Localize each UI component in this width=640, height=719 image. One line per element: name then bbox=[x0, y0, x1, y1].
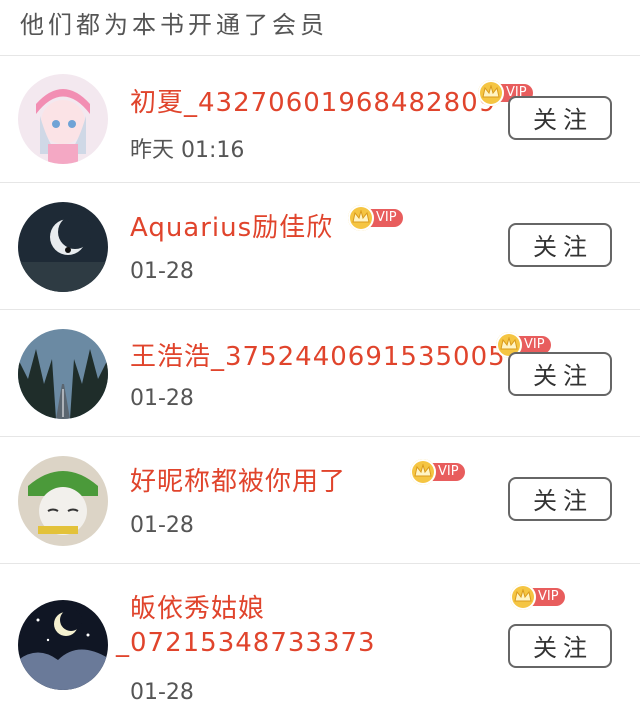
avatar[interactable] bbox=[18, 329, 108, 419]
follow-button[interactable]: 关注 bbox=[508, 352, 612, 396]
page-title: 他们都为本书开通了会员 bbox=[20, 11, 328, 39]
member-time: 01-28 bbox=[130, 680, 194, 705]
follow-button[interactable]: 关注 bbox=[508, 624, 612, 668]
avatar[interactable] bbox=[18, 456, 108, 546]
member-time: 01-28 bbox=[130, 386, 194, 411]
avatar[interactable] bbox=[18, 74, 108, 164]
avatar[interactable] bbox=[18, 202, 108, 292]
crown-icon bbox=[510, 584, 536, 610]
member-name[interactable]: _07215348733373 bbox=[116, 628, 376, 658]
member-name[interactable]: 王浩浩_3752440691535005 bbox=[130, 336, 506, 373]
member-name[interactable]: 皈依秀姑娘 bbox=[130, 588, 265, 625]
crown-icon bbox=[348, 205, 374, 231]
member-time: 01-28 bbox=[130, 513, 194, 538]
list-item[interactable]: 王浩浩_3752440691535005 VIP 01-28 关注 bbox=[0, 310, 640, 437]
member-time: 昨天 01:16 bbox=[130, 138, 245, 163]
list-item[interactable]: 好昵称都被你用了 VIP 01-28 关注 bbox=[0, 437, 640, 564]
follow-button[interactable]: 关注 bbox=[508, 223, 612, 267]
header: 他们都为本书开通了会员 bbox=[0, 0, 640, 56]
avatar[interactable] bbox=[18, 600, 108, 690]
member-name[interactable]: Aquarius励佳欣 bbox=[130, 207, 333, 244]
crown-icon bbox=[478, 80, 504, 106]
member-name[interactable]: 初夏_43270601968482809 bbox=[130, 82, 496, 119]
member-time: 01-28 bbox=[130, 259, 194, 284]
crown-icon bbox=[410, 459, 436, 485]
member-name[interactable]: 好昵称都被你用了 bbox=[130, 461, 346, 498]
list-item[interactable]: Aquarius励佳欣 VIP 01-28 关注 bbox=[0, 183, 640, 310]
list-item[interactable]: 初夏_43270601968482809 VIP 昨天 01:16 关注 bbox=[0, 56, 640, 183]
follow-button[interactable]: 关注 bbox=[508, 477, 612, 521]
list-item[interactable]: 皈依秀姑娘 _07215348733373 VIP 01-28 关注 bbox=[0, 564, 640, 705]
follow-button[interactable]: 关注 bbox=[508, 96, 612, 140]
